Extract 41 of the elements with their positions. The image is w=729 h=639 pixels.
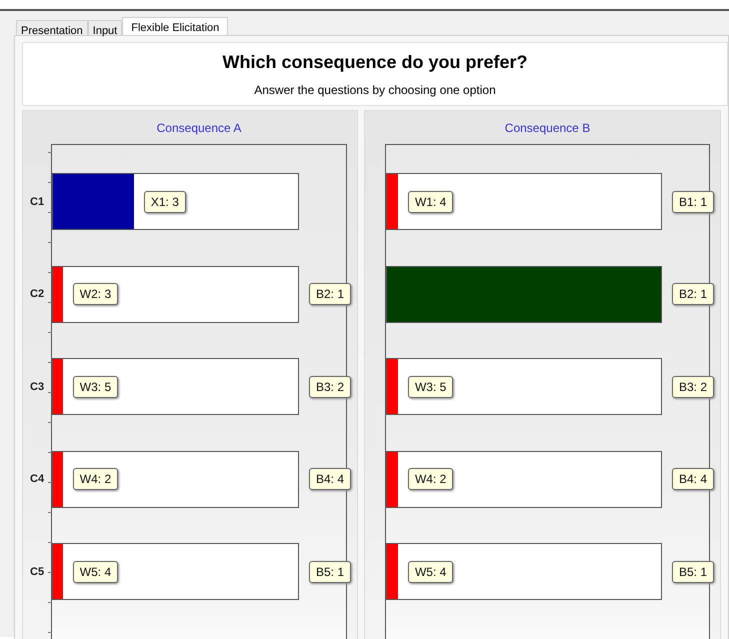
value-tag: W2: 3: [72, 283, 118, 305]
value-tag: B3: 2: [309, 376, 352, 398]
tab[interactable]: Presentation: [16, 20, 88, 35]
value-tag: B5: 1: [309, 560, 352, 582]
value-tag: W5: 4: [72, 560, 118, 582]
axis-label: C4: [30, 473, 44, 485]
panel-title: Consequence A: [156, 120, 242, 137]
value-tag: B4: 4: [309, 468, 352, 490]
value-tag: W3: 5: [408, 376, 454, 398]
axis-label: C3: [30, 380, 44, 392]
bar-track[interactable]: W5: 4: [386, 543, 662, 600]
panel-title: Consequence B: [504, 120, 592, 137]
value-tag: B4: 4: [672, 468, 714, 490]
value-tag: B2: 1: [672, 283, 714, 305]
value-tag: W4: 2: [408, 468, 454, 490]
instruction-text: Answer the questions by choosing one option: [254, 82, 496, 96]
value-tag: B5: 1: [672, 560, 714, 582]
bar-track[interactable]: W4: 2: [386, 450, 662, 508]
bar-track[interactable]: X1: 3: [52, 173, 299, 230]
value-tag: B2: 1: [309, 283, 352, 305]
tab[interactable]: Input: [88, 20, 122, 35]
value-tag: X1: 3: [144, 190, 186, 212]
axis-label: C5: [30, 566, 44, 578]
axis-label: C2: [30, 288, 44, 300]
question-title: Which consequence do you prefer?: [222, 52, 528, 72]
axis-label: C1: [30, 196, 44, 208]
bar-track[interactable]: W2: 3: [52, 266, 299, 322]
bar-track[interactable]: W1: 4: [386, 173, 662, 230]
consequence-panel[interactable]: Consequence B W1: 4 B1: 1 B2: 1 W3: 5 B3: 2 W4: 2 B4: 4 W5: 4 B5: 1: [364, 110, 721, 639]
tab[interactable]: Flexible Elicitation: [122, 17, 228, 35]
consequence-panel[interactable]: Consequence A C1 X1: 3 C2 W2: 3 B2: 1 C3 W3: 5 B3: 2 C4 W4: 2 B4: 4 C5 W5: 4 B5: 1: [22, 110, 358, 639]
value-tag: W4: 2: [72, 468, 118, 490]
bar-track[interactable]: W3: 5: [52, 358, 299, 415]
bar-track[interactable]: W3: 5: [386, 358, 662, 415]
value-tag: B1: 1: [672, 190, 714, 212]
bar-track[interactable]: W5: 4: [52, 543, 299, 600]
value-tag: W5: 4: [408, 560, 454, 582]
value-tag: B3: 2: [672, 376, 714, 398]
bar-track[interactable]: W4: 2: [52, 450, 299, 508]
value-tag: W1: 4: [408, 190, 454, 212]
value-tag: W3: 5: [72, 376, 118, 398]
